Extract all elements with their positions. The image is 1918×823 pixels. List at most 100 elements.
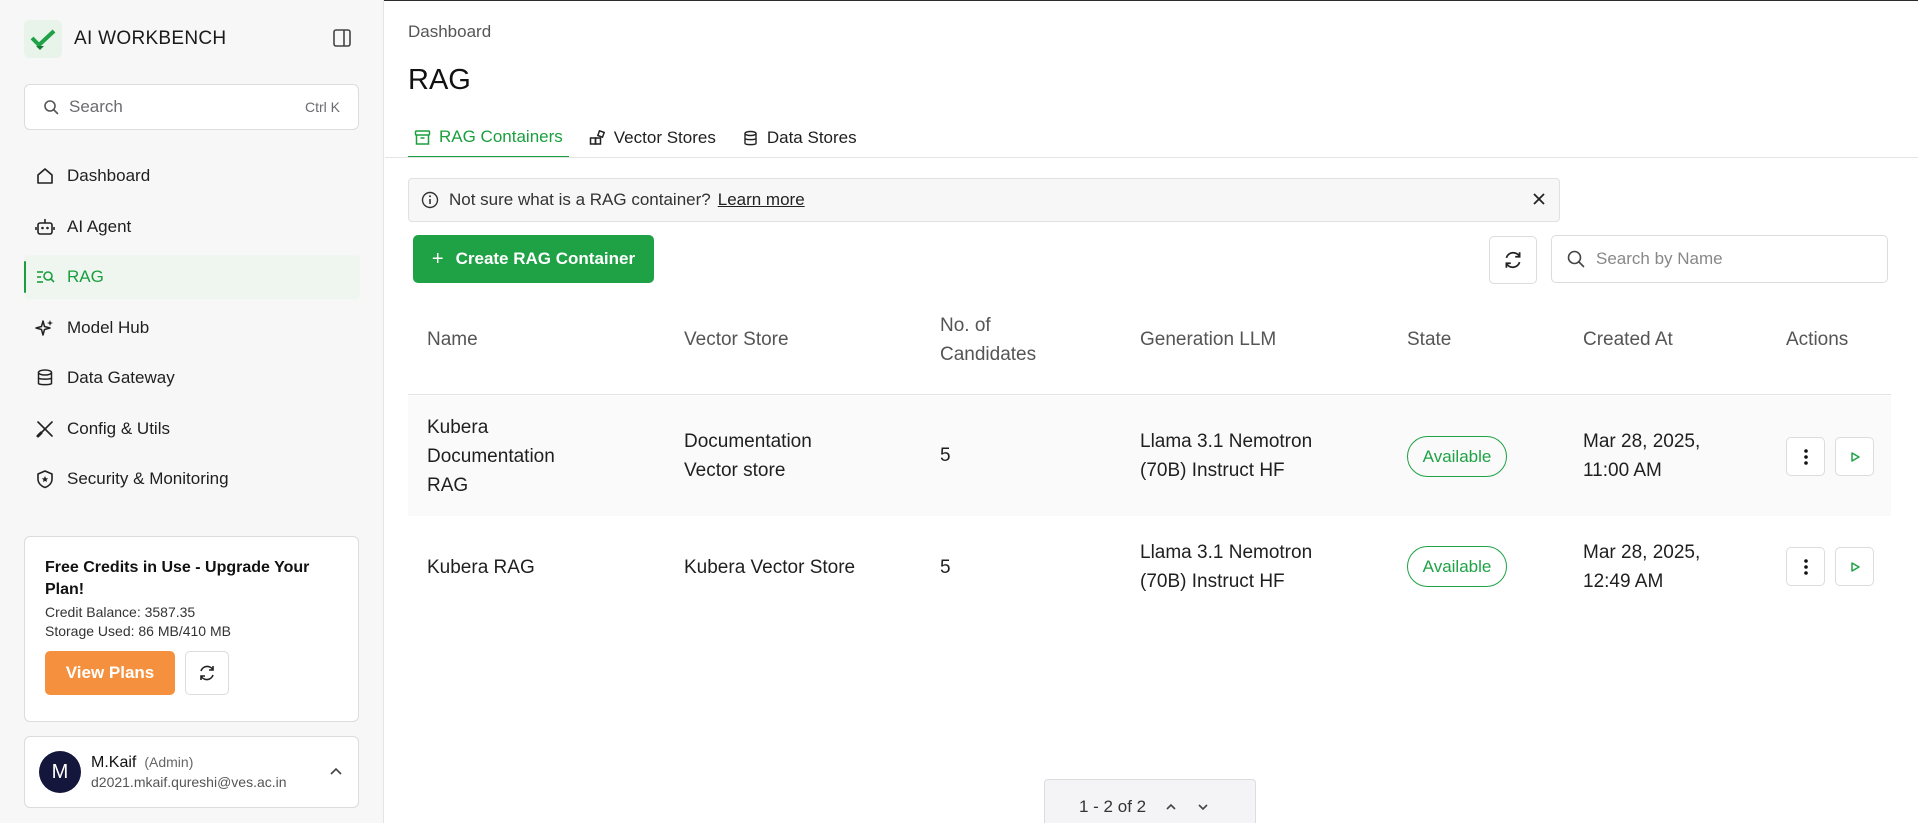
sidebar-item-label: Data Gateway — [67, 368, 175, 387]
sidebar-item-rag[interactable]: RAG — [24, 255, 360, 299]
tab-label: Data Stores — [766, 128, 857, 147]
cell-vector-store-line: Documentation — [684, 431, 812, 452]
credits-title: Free Credits in Use - Upgrade Your Plan! — [45, 559, 310, 598]
sidebar-item-data-gateway[interactable]: Data Gateway — [24, 356, 360, 400]
tabs-divider — [385, 157, 1918, 158]
tab-data-stores[interactable]: Data Stores — [736, 118, 863, 158]
cell-generation-llm: Llama 3.1 Nemotron (70B) Instruct HF — [1140, 427, 1312, 485]
sidebar-item-label: AI Agent — [67, 216, 132, 236]
breadcrumb[interactable]: Dashboard — [408, 22, 491, 42]
play-icon — [1850, 561, 1860, 572]
database-icon — [34, 367, 56, 389]
page-title: RAG — [408, 64, 471, 96]
cell-llm-line: (70B) Instruct HF — [1140, 571, 1285, 592]
tab-label: RAG Containers — [439, 127, 563, 146]
tools-icon — [34, 418, 56, 440]
refresh-icon — [1505, 251, 1521, 269]
home-icon — [34, 165, 56, 187]
sidebar-item-dashboard[interactable]: Dashboard — [24, 154, 360, 198]
cell-name-line: Documentation — [427, 446, 555, 467]
column-actions: Actions — [1786, 329, 1849, 350]
credits-card: Free Credits in Use - Upgrade Your Plan!… — [24, 536, 359, 722]
avatar: M — [39, 751, 81, 793]
plus-icon: + — [431, 247, 444, 270]
sidebar-search-input[interactable]: Search Ctrl K — [24, 84, 359, 130]
vector-icon — [589, 129, 606, 147]
run-button[interactable] — [1835, 547, 1874, 586]
chevron-down-icon[interactable] — [1196, 800, 1210, 814]
column-generation-llm: Generation LLM — [1140, 329, 1277, 350]
cell-name-line: RAG — [427, 475, 469, 496]
sidebar-item-model-hub[interactable]: Model Hub — [24, 306, 360, 350]
close-icon[interactable] — [1531, 191, 1547, 207]
user-email: d2021.mkaif.qureshi@ves.ac.in — [91, 774, 287, 790]
cell-created-line: 12:49 AM — [1583, 571, 1664, 592]
refresh-icon — [200, 665, 214, 681]
brand: AI WORKBENCH — [24, 20, 226, 58]
column-candidates-line-2: Candidates — [940, 344, 1037, 365]
play-icon — [1850, 451, 1860, 462]
cell-created-line: Mar 28, 2025, — [1583, 542, 1701, 563]
table-row[interactable]: Kubera Documentation RAG Documentation V… — [408, 396, 1891, 516]
cell-created-line: 11:00 AM — [1583, 460, 1662, 481]
user-card[interactable]: M M.Kaif (Admin) d2021.mkaif.qureshi@ves.… — [24, 736, 359, 808]
column-name: Name — [427, 329, 478, 350]
user-role: (Admin) — [144, 754, 194, 770]
shield-icon — [34, 468, 56, 490]
status-badge: Available — [1407, 546, 1507, 587]
tab-rag-containers[interactable]: RAG Containers — [408, 118, 569, 158]
sidebar-item-config-utils[interactable]: Config & Utils — [24, 407, 360, 451]
sidebar-item-ai-agent[interactable]: AI Agent — [24, 205, 360, 249]
create-rag-container-button[interactable]: + Create RAG Container — [413, 235, 654, 283]
search-placeholder: Search — [69, 97, 123, 116]
search-shortcut: Ctrl K — [305, 99, 340, 115]
pagination-label: 1 - 2 of 2 — [1079, 797, 1147, 816]
chevron-up-icon[interactable] — [1164, 800, 1178, 814]
cell-name: Kubera Documentation RAG — [427, 413, 555, 500]
search-by-name-input[interactable]: Search by Name — [1551, 235, 1888, 283]
rag-search-icon — [34, 266, 56, 288]
cell-candidates: 5 — [940, 557, 951, 578]
view-plans-button[interactable]: View Plans — [45, 651, 175, 695]
status-badge: Available — [1407, 436, 1507, 477]
refresh-table-button[interactable] — [1489, 236, 1537, 284]
cell-generation-llm: Llama 3.1 Nemotron (70B) Instruct HF — [1140, 538, 1312, 596]
column-state: State — [1407, 329, 1452, 350]
run-button[interactable] — [1835, 437, 1874, 476]
more-vertical-icon — [1803, 448, 1808, 465]
cell-vector-store: Kubera Vector Store — [684, 557, 856, 578]
search-icon — [44, 100, 59, 115]
tab-vector-stores[interactable]: Vector Stores — [583, 118, 722, 158]
pagination: 1 - 2 of 2 — [1044, 779, 1256, 823]
credit-balance: Credit Balance: 3587.35 — [45, 604, 196, 620]
more-actions-button[interactable] — [1786, 547, 1825, 586]
more-actions-button[interactable] — [1786, 437, 1825, 476]
brand-logo-icon — [24, 20, 62, 58]
sidebar-item-security-monitoring[interactable]: Security & Monitoring — [24, 457, 360, 501]
tab-label: Vector Stores — [613, 128, 716, 147]
info-message: Not sure what is a RAG container? — [449, 190, 711, 209]
sidebar-item-label: Dashboard — [67, 166, 151, 185]
learn-more-link[interactable]: Learn more — [718, 190, 805, 210]
sidebar-collapse-icon[interactable] — [330, 26, 354, 50]
tabs: RAG Containers Vector Stores Data Stores — [408, 118, 877, 158]
sparkles-icon — [34, 317, 56, 339]
main-content: Dashboard RAG RAG Containers Vector Stor… — [385, 0, 1918, 823]
user-name: M.Kaif — [91, 754, 137, 771]
more-vertical-icon — [1803, 558, 1808, 575]
column-candidates-line-1: No. of — [940, 315, 991, 336]
cell-candidates: 5 — [940, 445, 951, 466]
table-row[interactable]: Kubera RAG Kubera Vector Store 5 Llama 3… — [408, 516, 1891, 618]
sidebar-item-label: Security & Monitoring — [67, 469, 229, 488]
refresh-credits-button[interactable] — [185, 651, 229, 695]
chevron-up-icon[interactable] — [328, 764, 344, 780]
cell-llm-line: Llama 3.1 Nemotron — [1140, 542, 1313, 563]
column-vector-store: Vector Store — [684, 329, 789, 350]
table-header: Name Vector Store No. of Candidates Gene… — [408, 300, 1891, 395]
sidebar-nav: Dashboard AI Agent RAG Model Hub Data Ga… — [24, 154, 360, 508]
column-created-at: Created At — [1583, 329, 1673, 350]
search-placeholder: Search by Name — [1596, 249, 1723, 268]
cell-name-line: Kubera — [427, 417, 489, 438]
cell-llm-line: Llama 3.1 Nemotron — [1140, 431, 1313, 452]
column-candidates: No. of Candidates — [940, 311, 1036, 369]
